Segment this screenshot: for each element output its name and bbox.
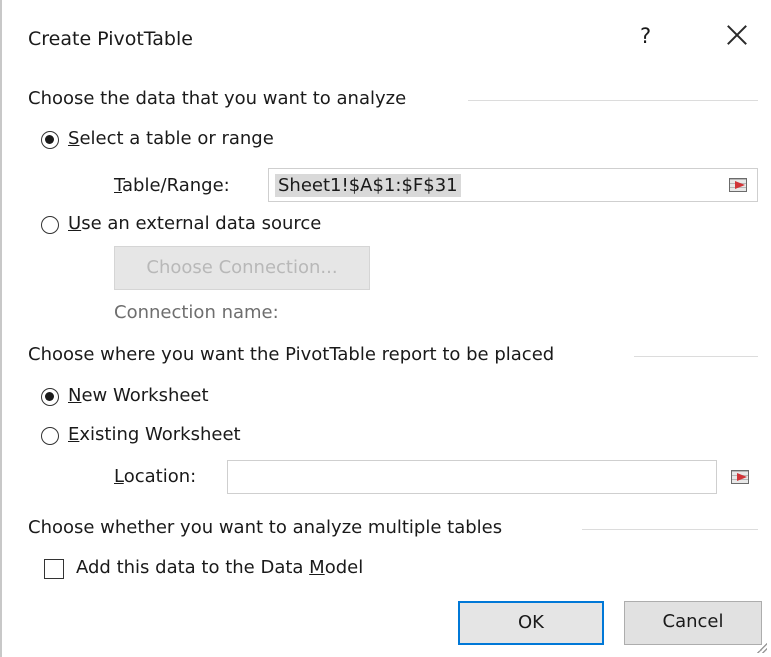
help-button[interactable]: ? <box>640 24 651 48</box>
location-label: Location: <box>114 466 197 487</box>
collapse-dialog-icon[interactable] <box>727 175 751 195</box>
select-table-radio[interactable] <box>41 131 59 149</box>
table-range-field[interactable]: Sheet1!$A$1:$F$31 <box>268 168 758 202</box>
resize-grip-icon[interactable] <box>757 643 767 653</box>
existing-worksheet-radio[interactable] <box>41 427 59 445</box>
data-model-checkbox[interactable] <box>44 559 64 579</box>
cancel-button[interactable]: Cancel <box>624 601 762 645</box>
section-divider <box>634 356 758 357</box>
connection-name-label: Connection name: <box>114 302 279 323</box>
location-field[interactable] <box>227 460 717 494</box>
external-source-radio[interactable] <box>41 216 59 234</box>
new-worksheet-label[interactable]: New Worksheet <box>68 385 209 406</box>
existing-worksheet-label[interactable]: Existing Worksheet <box>68 424 241 445</box>
dialog-title: Create PivotTable <box>28 28 193 50</box>
new-worksheet-radio[interactable] <box>41 388 59 406</box>
collapse-dialog-icon[interactable] <box>729 467 753 487</box>
section-heading-data: Choose the data that you want to analyze <box>28 88 407 109</box>
section-heading-model: Choose whether you want to analyze multi… <box>28 517 503 538</box>
table-range-label: Table/Range: <box>114 175 230 196</box>
data-model-label[interactable]: Add this data to the Data Model <box>76 557 363 578</box>
section-divider <box>468 100 758 101</box>
section-heading-placement: Choose where you want the PivotTable rep… <box>28 344 555 365</box>
select-table-label[interactable]: Select a table or range <box>68 128 274 149</box>
table-range-value: Sheet1!$A$1:$F$31 <box>275 174 461 197</box>
section-divider <box>582 529 758 530</box>
close-icon[interactable] <box>722 20 752 50</box>
ok-button[interactable]: OK <box>458 601 604 645</box>
choose-connection-button: Choose Connection... <box>114 246 370 290</box>
create-pivottable-dialog: Create PivotTable ? Choose the data that… <box>0 0 771 657</box>
external-source-label[interactable]: Use an external data source <box>68 213 321 234</box>
